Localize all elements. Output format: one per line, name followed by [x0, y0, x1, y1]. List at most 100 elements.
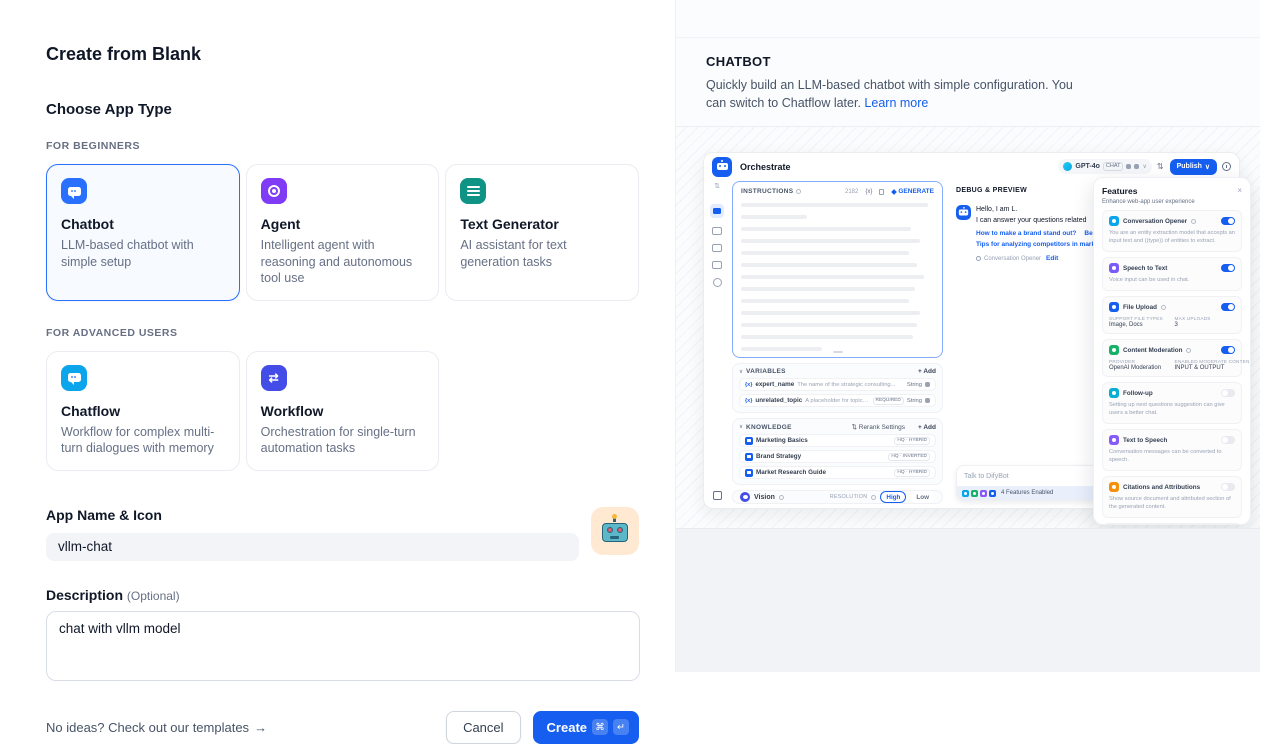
- app-type-card-chatflow[interactable]: ChatflowWorkflow for complex multi-turn …: [46, 351, 240, 471]
- preview-illustration: Orchestrate GPT-4o CHAT ∨ ⇅ Publish ∨: [676, 126, 1260, 529]
- knowledge-row[interactable]: Brand StrategyHQ · INVERTED: [739, 450, 936, 463]
- publish-button[interactable]: Publish ∨: [1170, 159, 1217, 175]
- placeholder-line: [741, 335, 913, 339]
- chat-bubble-icon: [61, 178, 87, 204]
- app-icon-picker[interactable]: [591, 507, 639, 555]
- cancel-button[interactable]: Cancel: [446, 711, 520, 744]
- text-to-speech-icon: [1109, 435, 1119, 445]
- rail-note-icon[interactable]: [712, 261, 722, 269]
- variable-settings-icon[interactable]: [925, 382, 930, 387]
- model-params-icon[interactable]: ⇅: [1157, 162, 1164, 171]
- knowledge-name: Market Research Guide: [756, 469, 891, 476]
- app-name-input[interactable]: [46, 533, 579, 561]
- variable-row[interactable]: {x}expert_nameThe name of the strategic …: [739, 378, 936, 391]
- chevron-down-icon[interactable]: ∨: [739, 424, 743, 430]
- rail-document-icon[interactable]: [712, 244, 722, 252]
- add-variable-button[interactable]: + Add: [918, 368, 936, 375]
- app-type-card-text-generator[interactable]: Text GeneratorAI assistant for text gene…: [445, 164, 639, 301]
- feature-toggle[interactable]: [1221, 483, 1235, 491]
- preview-window-header: Orchestrate GPT-4o CHAT ∨ ⇅ Publish ∨: [704, 153, 1239, 180]
- rerank-settings-button[interactable]: ⇅ Rerank Settings: [852, 423, 906, 431]
- create-form-panel: Create from Blank Choose App Type FOR BE…: [0, 0, 676, 672]
- app-type-card-workflow[interactable]: ⇄WorkflowOrchestration for single-turn a…: [246, 351, 440, 471]
- close-icon[interactable]: ×: [1237, 187, 1242, 195]
- bot-avatar: [956, 205, 971, 220]
- app-type-desc: Intelligent agent with reasoning and aut…: [261, 237, 425, 287]
- meta-value: Image, Docs: [1109, 322, 1175, 328]
- vision-label: Vision: [754, 494, 775, 501]
- arrow-right-icon: →: [254, 720, 267, 735]
- feature-toggle[interactable]: [1221, 217, 1235, 225]
- resolution-low-button[interactable]: Low: [910, 491, 935, 503]
- rail-image-icon[interactable]: [712, 227, 722, 235]
- gear-icon: [976, 256, 981, 261]
- agent-icon: [261, 178, 287, 204]
- feature-toggle[interactable]: [1221, 303, 1235, 311]
- generate-button[interactable]: GENERATE: [892, 188, 934, 195]
- rail-collapse-icon[interactable]: [713, 491, 722, 500]
- info-icon: [1191, 219, 1196, 224]
- variable-name: unrelated_topic: [755, 397, 802, 404]
- app-type-name: Agent: [261, 216, 425, 232]
- knowledge-row[interactable]: Marketing BasicsHQ · HYBRID: [739, 434, 936, 447]
- knowledge-badge: HQ · HYBRID: [894, 437, 930, 445]
- variable-type: String: [907, 398, 922, 404]
- bottom-background: [676, 529, 1260, 672]
- app-type-card-chatbot[interactable]: ChatbotLLM-based chatbot with simple set…: [46, 164, 240, 301]
- templates-link[interactable]: No ideas? Check out our templates→: [46, 720, 267, 735]
- feature-item-speech-to-text: Speech to TextVoice input can be used in…: [1102, 257, 1242, 291]
- features-enabled-bar: 4 Features Enabled: [957, 486, 1105, 500]
- description-label: Description (Optional): [46, 587, 639, 603]
- feature-desc: You are an entity extraction model that …: [1109, 230, 1235, 246]
- meta-label: ENABLED MODERATE CONTENT: [1175, 359, 1235, 364]
- required-badge: REQUIRED: [873, 397, 904, 405]
- history-icon[interactable]: [1222, 162, 1231, 171]
- file-upload-icon: [1109, 302, 1119, 312]
- orchestrate-config-column: INSTRUCTIONS 2182 {x} GENERATE: [730, 180, 946, 508]
- resize-grip-icon[interactable]: [833, 351, 843, 353]
- description-textarea[interactable]: chat with vllm model: [46, 611, 640, 681]
- chat-input[interactable]: Talk to DifyBot: [957, 466, 1105, 486]
- advanced-app-type-cards: ChatflowWorkflow for complex multi-turn …: [46, 351, 639, 471]
- placeholder-line: [741, 227, 911, 231]
- create-app-dialog: Create from Blank Choose App Type FOR BE…: [0, 0, 1261, 672]
- edit-opener-link[interactable]: Edit: [1046, 255, 1058, 262]
- feature-toggle[interactable]: [1221, 389, 1235, 397]
- variable-settings-icon[interactable]: [925, 398, 930, 403]
- placeholder-line: [741, 275, 924, 279]
- feature-item-text-to-speech: Text to SpeechConversation messages can …: [1102, 429, 1242, 471]
- resolution-high-button[interactable]: High: [880, 491, 906, 503]
- feature-toggle[interactable]: [1221, 346, 1235, 354]
- rail-orchestrate-icon[interactable]: [710, 204, 724, 218]
- page-title: Create from Blank: [46, 44, 639, 65]
- preview-sidebar-rail: ⇅: [704, 180, 730, 508]
- feature-name: Follow-up: [1123, 390, 1153, 397]
- app-type-card-agent[interactable]: Agent Intelligent agent with reasoning an…: [246, 164, 440, 301]
- beginner-app-type-cards: ChatbotLLM-based chatbot with simple set…: [46, 164, 639, 301]
- variable-icon[interactable]: {x}: [865, 189, 872, 195]
- knowledge-name: Brand Strategy: [756, 453, 885, 460]
- app-type-desc: Workflow for complex multi-turn dialogue…: [61, 424, 225, 457]
- info-icon: [1186, 348, 1191, 353]
- dataset-icon: [745, 437, 753, 445]
- add-knowledge-button[interactable]: + Add: [918, 424, 936, 431]
- rail-globe-icon[interactable]: [713, 278, 722, 287]
- workflow-icon: ⇄: [261, 365, 287, 391]
- knowledge-card: ∨ KNOWLEDGE ⇅ Rerank Settings + Add Mark…: [732, 418, 943, 485]
- learn-more-link[interactable]: Learn more: [864, 96, 928, 110]
- variable-row[interactable]: {x}unrelated_topicA placeholder for topi…: [739, 394, 936, 407]
- suggested-question[interactable]: How to make a brand stand out?: [976, 230, 1076, 237]
- suggested-question[interactable]: Tips for analyzing competitors in market: [976, 241, 1101, 248]
- chevron-down-icon[interactable]: ∨: [739, 369, 743, 375]
- feature-item-follow-up: Follow-upSetting up next questions sugge…: [1102, 382, 1242, 424]
- placeholder-line: [741, 287, 915, 291]
- model-provider-icon: [1063, 162, 1072, 171]
- feature-toggle[interactable]: [1221, 264, 1235, 272]
- rail-swap-icon[interactable]: ⇅: [714, 182, 720, 190]
- model-selector[interactable]: GPT-4o CHAT ∨: [1058, 159, 1152, 174]
- create-button[interactable]: Create ⌘ ↵: [533, 711, 639, 744]
- copy-icon[interactable]: [879, 189, 884, 195]
- knowledge-row[interactable]: Market Research GuideHQ · HYBRID: [739, 466, 936, 479]
- instructions-panel: INSTRUCTIONS 2182 {x} GENERATE: [732, 181, 943, 358]
- feature-toggle[interactable]: [1221, 436, 1235, 444]
